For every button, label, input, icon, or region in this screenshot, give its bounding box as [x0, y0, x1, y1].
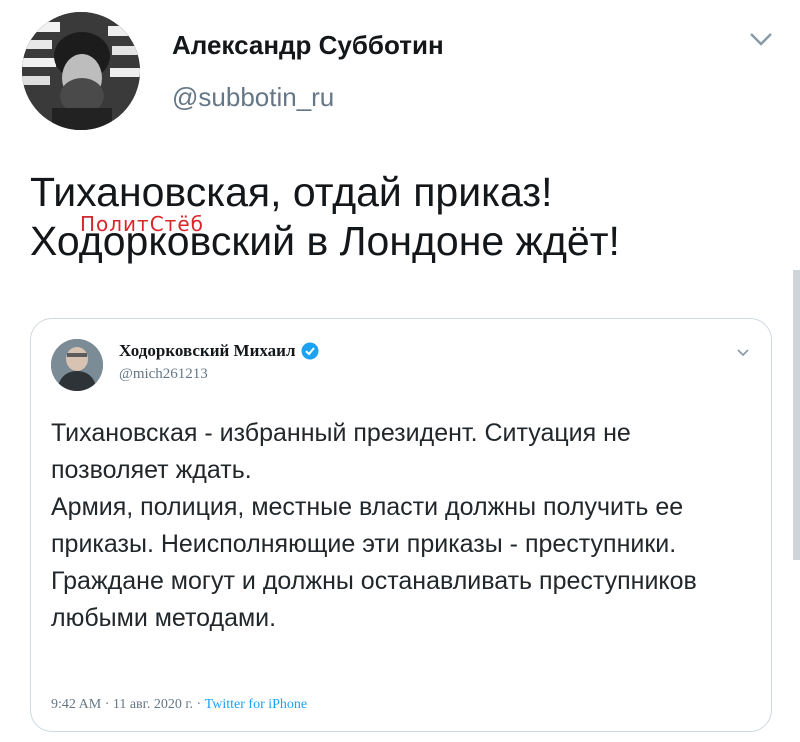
quoted-author-handle[interactable]: @mich261213 — [119, 366, 208, 383]
quoted-paragraph: Граждане могут и должны останавливать пр… — [51, 567, 697, 632]
meta-separator: · — [101, 697, 113, 712]
meta-separator: · — [193, 697, 205, 712]
tweet-source-link[interactable]: Twitter for iPhone — [205, 697, 307, 712]
avatar-photo — [22, 12, 140, 130]
tweet-meta: 9:42 AM · 11 авг. 2020 г. · Twitter for … — [51, 697, 307, 713]
quoted-paragraph: Тихановская - избранный президент. Ситуа… — [51, 419, 631, 484]
quoted-author-name[interactable]: Ходорковский Михаил — [119, 341, 295, 361]
quoted-author-avatar[interactable] — [51, 339, 103, 391]
quoted-tweet-text: Тихановская - избранный президент. Ситуа… — [51, 415, 751, 637]
scrollbar[interactable] — [793, 270, 800, 560]
quoted-tweet-card[interactable]: Ходорковский Михаил @mich261213 Тихановс… — [30, 318, 772, 732]
author-avatar[interactable] — [22, 12, 140, 130]
watermark: ПолитСтёб — [80, 212, 204, 236]
author-name[interactable]: Александр Субботин — [172, 30, 444, 61]
tweet-date[interactable]: 11 авг. 2020 г. — [113, 697, 193, 712]
chevron-down-icon[interactable] — [748, 30, 774, 48]
verified-badge-icon — [301, 342, 319, 360]
avatar-photo — [51, 339, 103, 391]
author-handle[interactable]: @subbotin_ru — [172, 82, 334, 113]
quoted-paragraph: Армия, полиция, местные власти должны по… — [51, 493, 684, 558]
chevron-down-icon[interactable] — [736, 345, 750, 357]
tweet-time[interactable]: 9:42 AM — [51, 697, 101, 712]
tweet-line: Тихановская, отдай приказ! — [30, 169, 553, 215]
